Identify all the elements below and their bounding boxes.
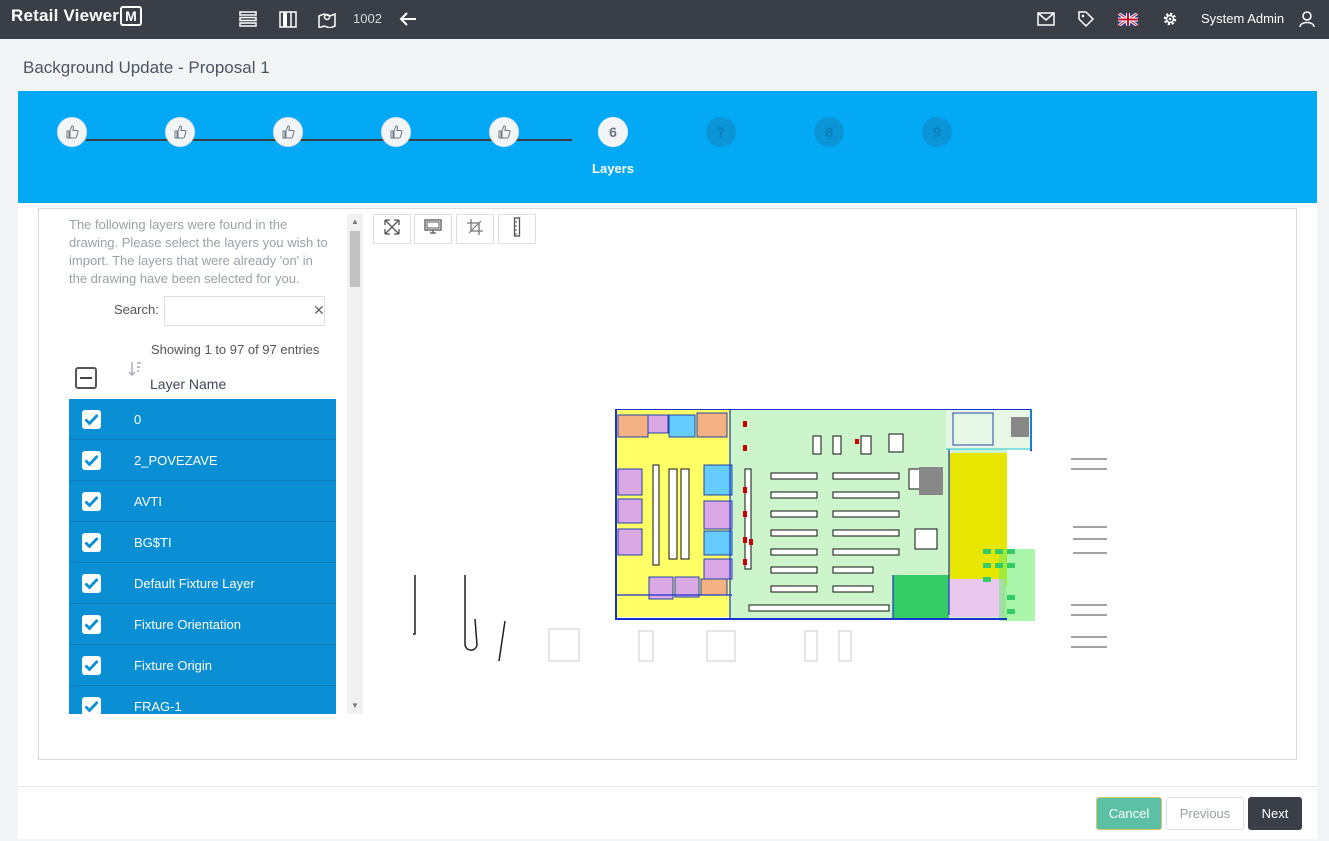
search-label: Search:	[114, 302, 159, 317]
wizard-steps: 6 7 8 9 Layers	[18, 91, 1317, 203]
deselect-all-checkbox[interactable]	[75, 367, 97, 389]
step-7[interactable]: 7	[706, 117, 736, 147]
layer-name: AVTI	[134, 494, 162, 509]
scroll-down-arrow-icon[interactable]: ▼	[350, 701, 360, 711]
layer-name: 2_POVEZAVE	[134, 453, 218, 468]
clear-search-icon[interactable]: ✕	[313, 302, 325, 319]
layer-checkbox[interactable]	[82, 656, 101, 675]
tag-icon[interactable]	[1076, 9, 1096, 29]
fit-extents-button[interactable]	[373, 214, 411, 244]
layers-intro-text: The following layers were found in the d…	[69, 217, 328, 286]
step-4-thumbs-up-icon[interactable]	[381, 117, 411, 147]
next-button[interactable]: Next	[1248, 797, 1302, 830]
fit-extents-icon	[384, 218, 400, 240]
layer-row[interactable]: Default Fixture Layer	[69, 563, 336, 604]
layer-checkbox[interactable]	[82, 492, 101, 511]
layer-row[interactable]: 0	[69, 399, 336, 440]
page-title: Background Update - Proposal 1	[23, 58, 270, 77]
previous-button[interactable]: Previous	[1166, 797, 1244, 830]
layer-row[interactable]: FRAG-1	[69, 686, 336, 714]
layer-checkbox[interactable]	[82, 574, 101, 593]
layer-row[interactable]: AVTI	[69, 481, 336, 522]
column-header-layer-name[interactable]: Layer Name	[150, 376, 226, 392]
columns-icon[interactable]	[278, 9, 298, 29]
search-input[interactable]	[164, 296, 325, 326]
scroll-up-arrow-icon[interactable]: ▲	[350, 217, 360, 227]
layer-name: Default Fixture Layer	[134, 576, 255, 591]
active-step-label: Layers	[592, 161, 634, 176]
step-2-thumbs-up-icon[interactable]	[165, 117, 195, 147]
back-arrow-icon[interactable]	[398, 9, 418, 29]
logo-mark: M	[120, 6, 142, 26]
step-5-thumbs-up-icon[interactable]	[489, 117, 519, 147]
entries-info: Showing 1 to 97 of 97 entries	[151, 342, 320, 357]
step-1-thumbs-up-icon[interactable]	[57, 117, 87, 147]
step-6[interactable]: 6	[598, 117, 628, 147]
app-logo[interactable]: Retail Viewer M	[11, 6, 142, 26]
floor-plan-drawing[interactable]	[409, 408, 1129, 669]
layer-row[interactable]: Fixture Origin	[69, 645, 336, 686]
layer-name: 0	[134, 412, 142, 427]
crop-button[interactable]	[456, 214, 494, 244]
display-icon	[424, 219, 442, 239]
top-navigation-bar: Retail Viewer M 1002 System Admin	[0, 0, 1329, 39]
layer-name: Fixture Orientation	[134, 617, 241, 632]
layer-row[interactable]: BG$TI	[69, 522, 336, 563]
layer-checkbox[interactable]	[82, 615, 101, 634]
cancel-button[interactable]: Cancel	[1096, 797, 1162, 830]
layer-checkbox[interactable]	[82, 451, 101, 470]
display-button[interactable]	[414, 214, 452, 244]
sort-icon[interactable]	[128, 361, 142, 380]
crop-icon	[467, 218, 483, 240]
layer-list-scrollbar[interactable]: ▲ ▼	[347, 214, 363, 714]
step-9[interactable]: 9	[922, 117, 952, 147]
user-name[interactable]: System Admin	[1201, 11, 1284, 26]
layer-checkbox[interactable]	[82, 697, 101, 714]
layers-panel: The following layers were found in the d…	[38, 208, 1297, 760]
layer-row[interactable]: Fixture Orientation	[69, 604, 336, 645]
gear-icon[interactable]	[1160, 9, 1180, 29]
layer-checkbox[interactable]	[82, 533, 101, 552]
user-icon[interactable]	[1297, 9, 1317, 29]
step-3-thumbs-up-icon[interactable]	[273, 117, 303, 147]
layer-name: BG$TI	[134, 535, 172, 550]
step-8[interactable]: 8	[814, 117, 844, 147]
uk-flag-icon[interactable]	[1118, 9, 1138, 29]
ruler-button[interactable]	[498, 214, 536, 244]
map-icon[interactable]	[317, 9, 337, 29]
wizard-footer: Cancel Previous Next	[18, 786, 1317, 839]
layer-name: Fixture Origin	[134, 658, 213, 673]
content-area: The following layers were found in the d…	[18, 203, 1317, 786]
layer-list: 0 2_POVEZAVE AVTI BG$TI Default Fixture …	[69, 399, 336, 714]
layer-checkbox[interactable]	[82, 410, 101, 429]
list-icon[interactable]	[238, 9, 258, 29]
ruler-icon	[513, 216, 521, 242]
mail-icon[interactable]	[1036, 9, 1056, 29]
scroll-thumb[interactable]	[350, 231, 360, 287]
layer-name: FRAG-1	[134, 699, 182, 714]
logo-text: Retail Viewer	[11, 6, 120, 25]
store-number: 1002	[353, 11, 382, 26]
layer-row[interactable]: 2_POVEZAVE	[69, 440, 336, 481]
